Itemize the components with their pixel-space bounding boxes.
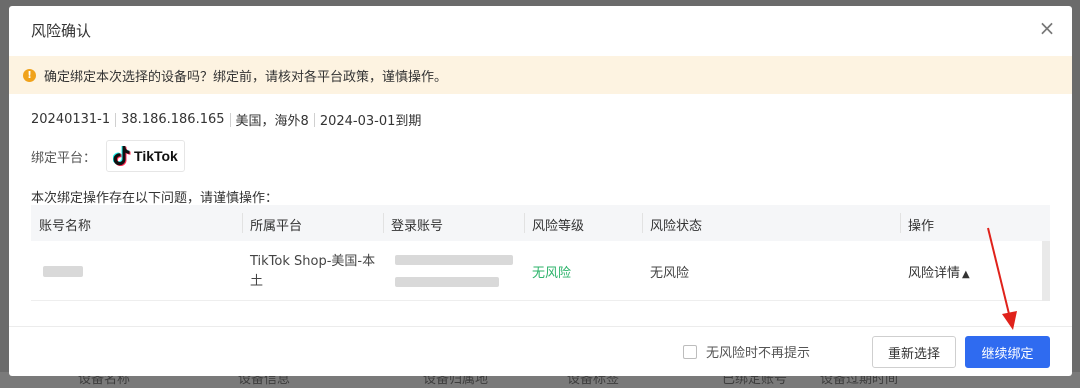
warning-alert: ! 确定绑定本次选择的设备吗？绑定前，请核对各平台政策，谨慎操作。 [9, 56, 1072, 94]
col-risk-level: 风险等级 [532, 219, 585, 234]
risk-detail-label: 风险详情 [908, 266, 961, 281]
continue-bind-button[interactable]: 继续绑定 [965, 336, 1050, 368]
col-divider [642, 213, 643, 233]
device-region: 美国，海外8 [235, 114, 309, 129]
caret-up-icon: ▲ [962, 269, 970, 280]
risk-detail-link[interactable]: 风险详情 ▲ [908, 262, 970, 281]
divider [229, 112, 231, 127]
row-risk-level: 无风险 [532, 266, 572, 281]
col-platform: 所属平台 [250, 219, 303, 234]
dialog-title: 风险确认 [31, 22, 92, 40]
redacted-login-account [395, 277, 499, 287]
row-platform: TikTok Shop-美国-本土 [250, 254, 376, 289]
table-header: 账号名称 所属平台 登录账号 风险等级 风险状态 操作 [31, 205, 1050, 241]
device-expiry: 2024-03-01到期 [319, 114, 422, 129]
col-login-account: 登录账号 [391, 219, 444, 234]
device-ip: 38.186.186.165 [121, 112, 225, 127]
redacted-login-account [395, 255, 513, 265]
platform-name: TikTok [134, 148, 178, 164]
col-divider [242, 213, 243, 233]
platform-row: 绑定平台： TikTok [31, 140, 185, 172]
device-info: 20240131-1 38.186.186.165 美国，海外8 2024-03… [31, 110, 421, 129]
redacted-account-name [43, 266, 83, 277]
reselect-button[interactable]: 重新选择 [872, 336, 956, 368]
no-remind-checkbox[interactable] [683, 344, 697, 359]
col-action: 操作 [908, 219, 935, 234]
col-divider [524, 213, 525, 233]
risk-table: 账号名称 所属平台 登录账号 风险等级 风险状态 操作 TikTok Shop-… [31, 205, 1050, 301]
col-divider [900, 213, 901, 233]
table-scrollbar[interactable] [1042, 241, 1050, 301]
risk-confirm-dialog: 风险确认 × ! 确定绑定本次选择的设备吗？绑定前，请核对各平台政策，谨慎操作。… [9, 6, 1072, 376]
no-remind-option[interactable]: 无风险时不再提示 [683, 342, 810, 361]
platform-chip: TikTok [106, 140, 185, 172]
alert-text: 确定绑定本次选择的设备吗？绑定前，请核对各平台政策，谨慎操作。 [44, 69, 448, 85]
no-remind-label: 无风险时不再提示 [706, 346, 811, 361]
divider [313, 112, 315, 127]
col-account-name: 账号名称 [39, 219, 92, 234]
close-icon[interactable]: × [1038, 18, 1056, 38]
divider [115, 112, 117, 127]
tiktok-logo-icon [113, 146, 131, 166]
col-risk-status: 风险状态 [650, 219, 703, 234]
warning-icon: ! [23, 68, 36, 82]
table-row: TikTok Shop-美国-本土 无风险 无风险 风险详情 ▲ [31, 241, 1050, 301]
footer-divider [9, 326, 1072, 327]
platform-label: 绑定平台： [31, 150, 97, 166]
row-risk-status: 无风险 [650, 266, 690, 281]
device-id: 20240131-1 [31, 112, 111, 127]
col-divider [383, 213, 384, 233]
problem-note: 本次绑定操作存在以下问题，请谨慎操作： [31, 191, 279, 206]
